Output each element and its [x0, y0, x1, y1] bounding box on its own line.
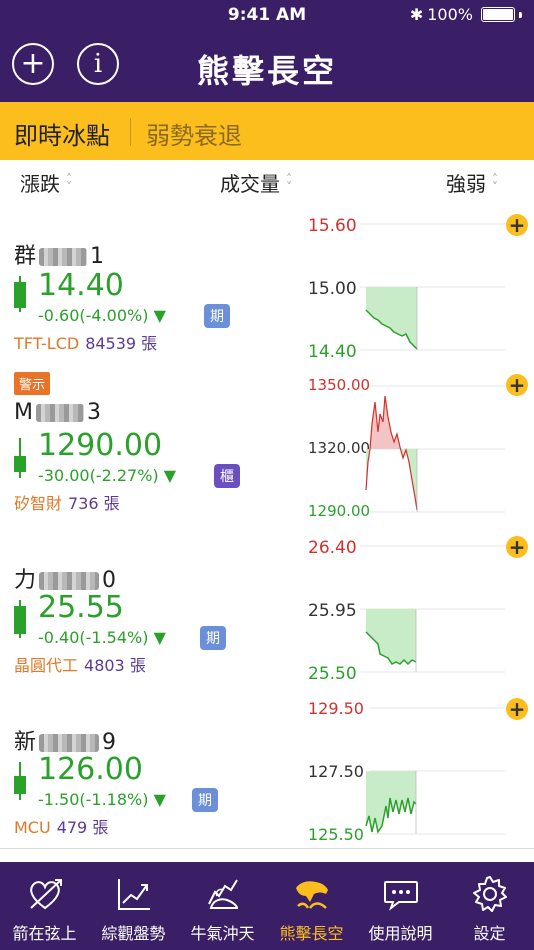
- chart-high-label: 1350.00: [308, 376, 370, 394]
- redacted-name: [39, 734, 100, 752]
- segment-tabs: 即時冰點 弱勢衰退: [0, 102, 534, 160]
- redacted-name: [39, 572, 100, 590]
- stock-row[interactable]: 群1 14.40 -0.60(-4.00%) ▼ 期 TFT-LCD 84539 …: [0, 200, 534, 363]
- add-watchlist-button[interactable]: +: [506, 214, 528, 236]
- futures-badge: 期: [192, 788, 218, 812]
- intraday-chart: 1350.00 1320.00 1290.00: [308, 376, 505, 520]
- sort-strength-header[interactable]: 強弱 ˄ ˅: [446, 168, 498, 197]
- intraday-chart: 15.60 15.00 14.40: [308, 216, 505, 362]
- bear-icon: [296, 881, 328, 909]
- volume-label: 84539 張: [85, 334, 158, 353]
- chart-mid-label: 25.95: [308, 601, 357, 621]
- bottom-tab-bar: 箭在弦上 綜觀盤勢 牛氣沖天 熊擊長空 使用說明 設定: [0, 862, 534, 950]
- warning-badge: 警示: [14, 372, 51, 395]
- tab-label: 使用說明: [368, 924, 433, 943]
- status-right: ✱ 100%: [410, 5, 522, 24]
- stock-change: -0.40(-1.54%) ▼: [38, 628, 166, 647]
- industry-label: 晶圓代工: [14, 656, 79, 675]
- sort-icon: ˄ ˅: [286, 171, 292, 194]
- tab-market-overview[interactable]: 綜觀盤勢: [89, 862, 178, 950]
- trend-chart-icon: [118, 879, 150, 910]
- tab-realtime-freeze[interactable]: 即時冰點: [14, 116, 110, 151]
- industry-label: MCU: [14, 818, 51, 837]
- sort-icon: ˄ ˅: [492, 171, 498, 194]
- sort-icon: ˄ ˅: [66, 171, 72, 194]
- futures-badge: 期: [200, 626, 226, 650]
- column-header: 漲跌 ˄ ˅ 成交量 ˄ ˅ 強弱 ˄ ˅: [0, 160, 534, 201]
- volume-label: 736 張: [68, 494, 120, 513]
- add-watchlist-button[interactable]: +: [506, 374, 528, 396]
- volume-label: 479 張: [56, 818, 109, 837]
- nav-bar: + i 熊擊長空: [0, 30, 534, 102]
- stock-change: -30.00(-2.27%) ▼: [38, 466, 177, 485]
- chart-mid-label: 127.50: [308, 762, 364, 781]
- stock-row[interactable]: 力0 25.55 -0.40(-1.54%) ▼ 期 晶圓代工 4803 張 26…: [0, 524, 534, 687]
- stock-meta: 矽智財 736 張: [14, 490, 120, 514]
- tab-settings[interactable]: 設定: [445, 862, 534, 950]
- bluetooth-icon: ✱: [409, 5, 424, 24]
- chart-high-label: 26.40: [308, 538, 357, 558]
- stock-change: -0.60(-4.00%) ▼: [38, 306, 166, 325]
- futures-badge: 期: [204, 304, 230, 328]
- sort-volume-header[interactable]: 成交量 ˄ ˅: [220, 168, 292, 197]
- stock-price: 126.00: [38, 752, 143, 787]
- status-bar: 9:41 AM ✱ 100%: [0, 0, 534, 30]
- stock-meta: MCU 479 張: [14, 814, 108, 838]
- tab-label: 設定: [473, 924, 506, 943]
- industry-label: TFT-LCD: [14, 334, 80, 353]
- add-watchlist-button[interactable]: +: [506, 698, 528, 720]
- battery-icon: [481, 7, 515, 22]
- chart-area-down: [366, 449, 417, 510]
- tab-label: 箭在弦上: [12, 924, 77, 943]
- stock-price: 25.55: [38, 590, 124, 625]
- redacted-name: [35, 404, 84, 422]
- chart-mid-label: 15.00: [308, 279, 357, 299]
- tab-bear[interactable]: 熊擊長空: [267, 862, 356, 950]
- redacted-name: [39, 248, 88, 266]
- chart-mid-label: 1320.00: [308, 439, 370, 457]
- stock-price: 1290.00: [38, 428, 163, 463]
- tab-label: 牛氣沖天: [190, 924, 255, 943]
- chart-high-label: 129.50: [308, 699, 364, 718]
- tab-label: 熊擊長空: [279, 924, 344, 943]
- page-title: 熊擊長空: [196, 52, 337, 90]
- chart-low-label: 1290.00: [308, 502, 370, 520]
- chart-low-label: 25.50: [308, 664, 357, 684]
- gear-icon: [473, 876, 507, 912]
- tab-arrow-on-string[interactable]: 箭在弦上: [0, 862, 89, 950]
- tab-bull[interactable]: 牛氣沖天: [178, 862, 267, 950]
- stock-price: 14.40: [38, 268, 124, 303]
- tab-label: 綜觀盤勢: [101, 924, 166, 943]
- tab-divider: [130, 118, 131, 146]
- volume-label: 4803 張: [84, 656, 146, 675]
- stock-row[interactable]: 新9 126.00 -1.50(-1.18%) ▼ 期 MCU 479 張 129…: [0, 686, 534, 849]
- bull-icon: [208, 879, 239, 909]
- chat-bubble-icon: [384, 881, 418, 911]
- tab-instructions[interactable]: 使用說明: [356, 862, 445, 950]
- stock-meta: TFT-LCD 84539 張: [14, 330, 157, 354]
- stock-name: M3: [14, 400, 101, 425]
- tab-weak-decline[interactable]: 弱勢衰退: [146, 116, 242, 151]
- chart-high-label: 15.60: [308, 216, 357, 236]
- chart-low-label: 125.50: [308, 825, 364, 844]
- add-watchlist-button[interactable]: +: [506, 536, 528, 558]
- sort-change-header[interactable]: 漲跌 ˄ ˅: [20, 168, 72, 197]
- stock-meta: 晶圓代工 4803 張: [14, 652, 146, 676]
- intraday-chart: 26.40 25.95 25.50: [308, 538, 505, 684]
- stock-row[interactable]: 警示 M3 1290.00 -30.00(-2.27%) ▼ 櫃 矽智財 736 …: [0, 362, 534, 525]
- otc-badge: 櫃: [214, 464, 240, 488]
- chart-area-down: [366, 609, 416, 664]
- stock-name: 群1: [14, 244, 105, 269]
- battery-level: 100%: [427, 5, 473, 24]
- heart-arrow-icon: [30, 879, 62, 910]
- chart-low-label: 14.40: [308, 342, 357, 362]
- industry-label: 矽智財: [14, 494, 63, 513]
- intraday-chart: 129.50 127.50 125.50: [308, 699, 505, 844]
- stock-change: -1.50(-1.18%) ▼: [38, 790, 166, 809]
